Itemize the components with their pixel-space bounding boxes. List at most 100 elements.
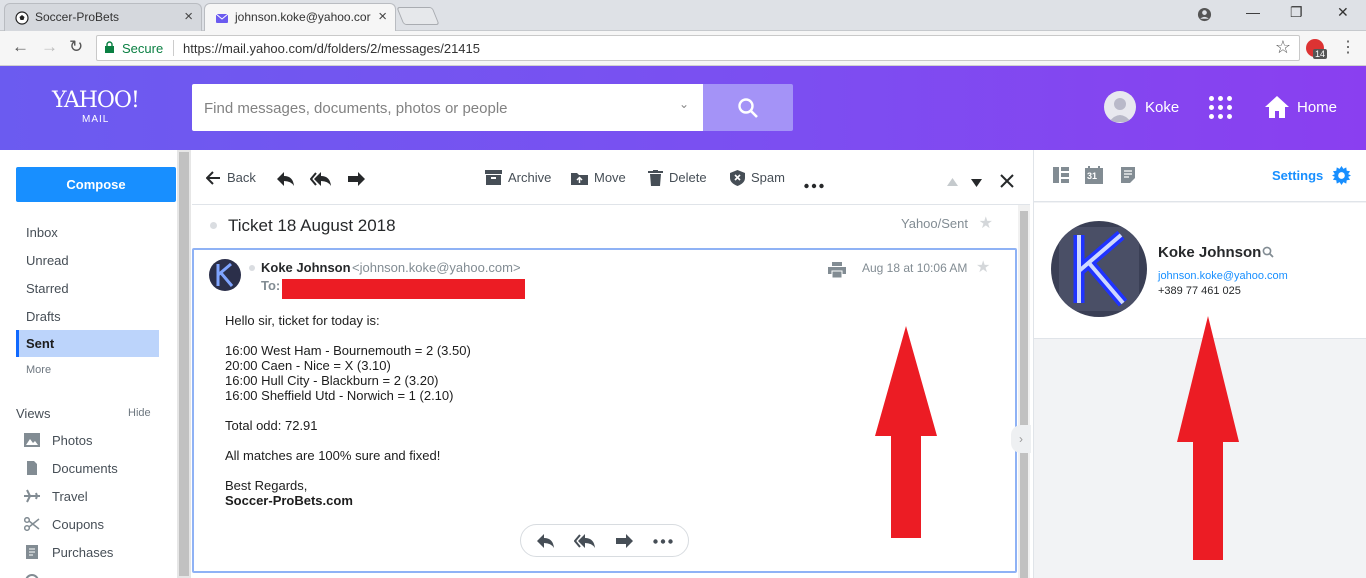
folder-sent[interactable]: Sent [16, 330, 159, 357]
reload-icon[interactable]: ↻ [69, 37, 83, 57]
forward-icon[interactable] [615, 533, 634, 549]
more-actions-icon[interactable] [804, 176, 824, 196]
settings-link[interactable]: Settings [1272, 168, 1323, 183]
user-avatar[interactable] [1104, 91, 1136, 123]
folder-inbox[interactable]: Inbox [16, 219, 159, 246]
sender-email[interactable]: <johnson.koke@yahoo.com> [352, 260, 521, 275]
restore-button[interactable]: ❐ [1290, 4, 1303, 21]
mail-icon [215, 13, 229, 23]
apps-grid-icon[interactable] [1209, 96, 1233, 120]
sender-avatar[interactable] [209, 259, 241, 291]
tab-soccer-probets[interactable]: Soccer-ProBets × [4, 3, 202, 31]
calendar-icon[interactable]: 31 [1085, 166, 1103, 184]
move-icon [571, 173, 588, 186]
next-message-icon[interactable] [971, 173, 982, 193]
chevron-right-icon[interactable]: › [1011, 425, 1031, 453]
red-arrow-annotation [1177, 316, 1239, 560]
match-line: 16:00 Hull City - Blackburn = 2 (3.20) [225, 373, 439, 388]
tutorial-icon [25, 574, 39, 578]
sender-name[interactable]: Koke Johnson [261, 260, 351, 275]
folder-label: Yahoo/Sent [901, 216, 968, 231]
extension-badge: 14 [1313, 49, 1328, 59]
folder-starred[interactable]: Starred [16, 275, 159, 302]
tab-close-icon[interactable]: × [378, 4, 387, 30]
bookmark-star-icon[interactable]: ☆ [1275, 37, 1291, 58]
gear-icon[interactable] [1332, 166, 1351, 185]
contact-pane-toolbar: 31 Settings [1034, 150, 1366, 202]
url-text[interactable]: https://mail.yahoo.com/d/folders/2/messa… [183, 41, 480, 56]
match-line: 20:00 Caen - Nice = X (3.10) [225, 358, 391, 373]
search-icon[interactable] [1262, 246, 1274, 258]
spam-label: Spam [751, 170, 785, 186]
star-icon[interactable]: ★ [979, 213, 993, 233]
print-icon[interactable] [828, 262, 846, 278]
contacts-icon[interactable] [1053, 167, 1069, 183]
yahoo-logo-sub: MAIL [82, 114, 110, 125]
reply-all-icon[interactable] [574, 533, 596, 549]
previous-message-icon[interactable] [947, 172, 958, 192]
body-greeting: Hello sir, ticket for today is: [225, 313, 380, 328]
person-icon [1109, 98, 1131, 122]
archive-button[interactable]: Archive [485, 169, 551, 189]
spam-button[interactable]: Spam [730, 169, 785, 189]
folder-unread[interactable]: Unread [16, 247, 159, 274]
message-body: Hello sir, ticket for today is: 16:00 We… [225, 313, 785, 508]
minimize-button[interactable]: — [1246, 4, 1260, 20]
contact-phone: +389 77 461 025 [1158, 285, 1241, 297]
contact-avatar[interactable] [1051, 221, 1147, 317]
red-arrow-annotation [875, 326, 937, 538]
address-bar: ← → ↻ Secure https://mail.yahoo.com/d/fo… [0, 31, 1366, 66]
hide-views-link[interactable]: Hide [128, 407, 151, 419]
tab-close-icon[interactable]: × [184, 4, 193, 30]
contact-email[interactable]: johnson.koke@yahoo.com [1158, 270, 1288, 282]
more-actions-icon[interactable] [653, 539, 673, 544]
match-line: 16:00 Sheffield Utd - Norwich = 1 (2.10) [225, 388, 454, 403]
folder-drafts[interactable]: Drafts [16, 303, 159, 330]
sidebar-scroll-thumb[interactable] [179, 152, 189, 576]
subject-row: Ticket 18 August 2018 Yahoo/Sent ★ [192, 205, 1018, 247]
sender-status-dot [249, 265, 255, 271]
back-button[interactable]: Back [205, 169, 256, 189]
message-scrollbar[interactable] [1018, 205, 1030, 578]
browser-menu-icon[interactable]: ⋮ [1340, 37, 1356, 57]
url-omnibox[interactable]: Secure https://mail.yahoo.com/d/folders/… [96, 35, 1300, 61]
views-heading: Views [16, 406, 51, 421]
back-arrow-icon[interactable]: ← [12, 37, 29, 57]
search-button[interactable] [703, 84, 793, 131]
archive-label: Archive [508, 170, 552, 186]
window-close-button[interactable]: ✕ [1337, 4, 1349, 21]
yahoo-logo[interactable]: YAHOO! [52, 88, 140, 113]
home-link[interactable]: Home [1297, 99, 1337, 116]
home-icon[interactable] [1264, 95, 1290, 119]
calendar-day: 31 [1087, 171, 1098, 181]
back-label: Back [227, 170, 256, 186]
move-button[interactable]: Move [571, 169, 626, 189]
reply-icon[interactable] [276, 169, 295, 189]
forward-arrow-icon[interactable]: → [41, 37, 58, 57]
reply-icon[interactable] [536, 533, 555, 549]
read-indicator[interactable] [210, 222, 217, 229]
compose-button[interactable]: Compose [16, 167, 176, 202]
sidebar-scrollbar[interactable] [177, 150, 191, 578]
view-label: Travel [52, 489, 88, 504]
notepad-icon[interactable] [1121, 167, 1135, 183]
message-scroll-thumb[interactable] [1020, 211, 1028, 578]
reply-all-icon[interactable] [310, 169, 332, 189]
username-label[interactable]: Koke [1145, 99, 1179, 116]
forward-icon[interactable] [347, 169, 366, 189]
delete-label: Delete [669, 170, 707, 186]
archive-icon [485, 170, 502, 186]
message-toolbar: Back Archive Move Delete Spam [192, 150, 1030, 205]
tab-yahoo-mail[interactable]: johnson.koke@yahoo.cor × [204, 3, 396, 31]
more-folders-link[interactable]: More [26, 364, 51, 376]
delete-button[interactable]: Delete [648, 169, 707, 189]
new-tab-button[interactable] [396, 7, 440, 25]
photo-icon [24, 433, 40, 447]
body-closing: Best Regards, [225, 478, 308, 493]
close-message-icon[interactable] [1000, 171, 1014, 191]
search-input[interactable] [204, 96, 664, 120]
plane-icon [24, 489, 40, 503]
profile-icon[interactable] [1197, 7, 1212, 22]
star-icon[interactable]: ★ [976, 257, 990, 277]
chevron-down-icon[interactable]: ⌄ [679, 97, 689, 111]
